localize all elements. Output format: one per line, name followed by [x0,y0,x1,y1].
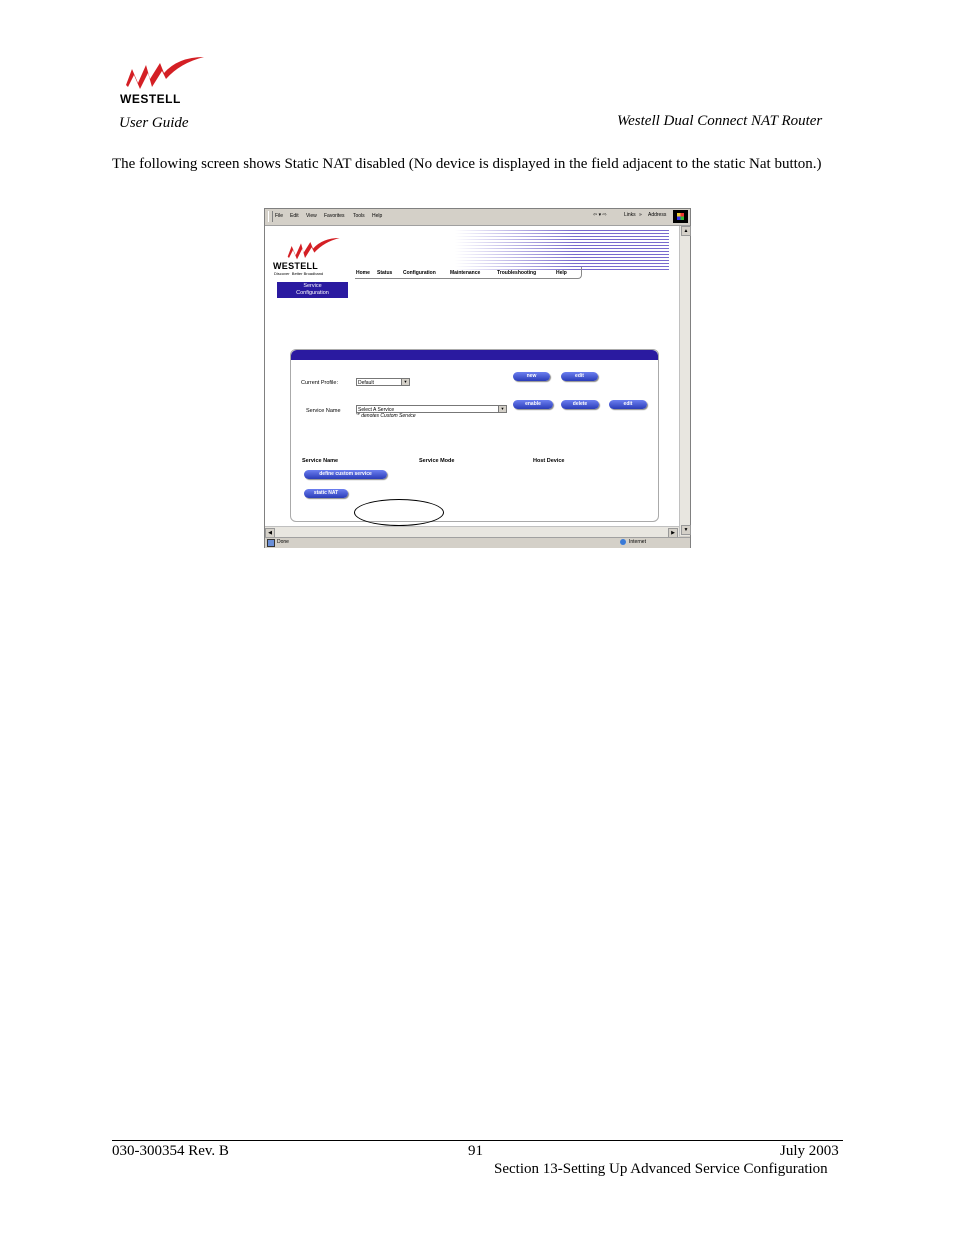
service-tab-line1: Service [303,283,322,289]
product-title: Westell Dual Connect NAT Router [617,113,823,129]
enable-button[interactable]: enable [513,400,553,409]
globe-icon [620,539,626,545]
new-button[interactable]: new [513,372,550,381]
logo-tagline: Discover Better Broadband [274,271,324,276]
service-name-select[interactable]: Select A Service ▼ [356,405,507,413]
define-custom-service-button[interactable]: define custom service [304,470,387,479]
address-label[interactable]: Address [648,212,666,222]
nav-maintenance[interactable]: Maintenance [450,270,480,276]
service-panel: Current Profile: Default ▼ new edit Serv… [290,349,659,522]
logo-wordmark: WESTELL [120,92,181,106]
menu-file[interactable]: File [275,213,283,219]
links-more-icon[interactable]: » [639,212,642,222]
service-tab-line2: Configuration [296,290,329,296]
status-done: Done [277,539,289,545]
browser-screenshot: File Edit View Favorites Tools Help ⇦ ▾ … [264,208,691,548]
menu-view[interactable]: View [306,213,317,219]
current-profile-label: Current Profile: [301,380,338,386]
status-zone: Internet [629,539,646,545]
nav-home[interactable]: Home [356,270,370,276]
highlight-oval [354,499,444,526]
header-stripes-fade [455,228,575,271]
footer-rule [112,1140,843,1141]
nav-configuration[interactable]: Configuration [403,270,436,276]
menu-grip [268,211,273,222]
service-panel-header [291,350,658,360]
scroll-up-icon[interactable]: ▲ [681,226,691,236]
col-service-mode: Service Mode [419,458,455,464]
page-number: 91 [468,1143,483,1159]
inner-logo-wordmark: WESTELL [273,261,319,271]
service-configuration-tab[interactable]: Service Configuration [277,282,348,298]
inner-westell-logo[interactable]: WESTELL Discover Better Broadband [273,236,345,278]
status-bar: Done Internet [265,537,690,548]
service-name-label: Service Name [306,408,341,414]
user-guide-label: User Guide [119,115,189,131]
edit-service-button[interactable]: edit [609,400,647,409]
back-forward-buttons[interactable]: ⇦ ▾ ⇨ [593,212,607,222]
menu-help[interactable]: Help [372,213,382,219]
page-icon [267,539,275,547]
menu-favorites[interactable]: Favorites [324,213,345,219]
chevron-down-icon: ▼ [498,406,506,412]
intro-paragraph: The following screen shows Static NAT di… [112,156,822,172]
windows-logo-icon [673,210,688,223]
current-profile-select[interactable]: Default ▼ [356,378,410,386]
westell-logo: WESTELL [116,55,206,107]
vertical-scrollbar[interactable]: ▲ ▼ [679,226,691,536]
footer-section: Section 13-Setting Up Advanced Service C… [494,1161,828,1177]
static-nat-button[interactable]: static NAT [304,489,348,498]
edit-profile-button[interactable]: edit [561,372,598,381]
nav-troubleshooting[interactable]: Troubleshooting [497,270,536,276]
custom-service-note: '*' denotes Custom Service [356,413,416,419]
nav-help[interactable]: Help [556,270,567,276]
menu-bar: File Edit View Favorites Tools Help ⇦ ▾ … [265,209,690,226]
page-viewport: WESTELL Discover Better Broadband Home S… [265,226,679,536]
col-host-device: Host Device [533,458,565,464]
current-profile-value: Default [358,380,374,386]
inner-swoosh-icon [287,238,340,260]
col-service-name: Service Name [302,458,339,464]
horizontal-scrollbar[interactable]: ◀ ▶ [265,526,679,538]
delete-button[interactable]: delete [561,400,599,409]
links-button[interactable]: Links [624,212,636,222]
menu-tools[interactable]: Tools [353,213,365,219]
nav-status[interactable]: Status [377,270,392,276]
doc-number: 030-300354 Rev. B [112,1143,229,1159]
menu-edit[interactable]: Edit [290,213,299,219]
chevron-down-icon: ▼ [401,379,409,385]
footer-date: July 2003 [780,1143,839,1159]
scroll-down-icon[interactable]: ▼ [681,525,691,535]
